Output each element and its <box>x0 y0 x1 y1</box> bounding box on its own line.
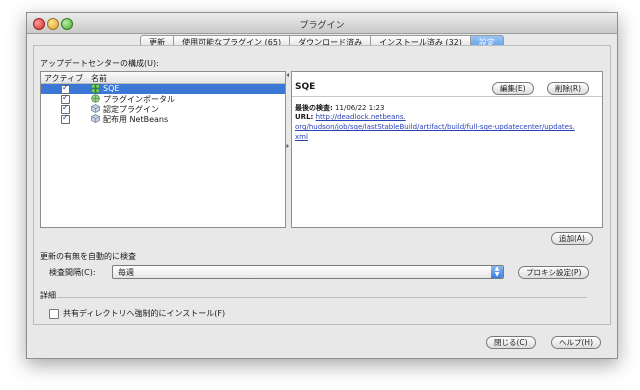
url-line: URL: http://deadlock.netbeans. <box>295 113 406 121</box>
url-link-end[interactable]: xml <box>295 133 308 141</box>
details-divider <box>57 297 587 298</box>
edit-button[interactable]: 編集(E) <box>492 82 534 95</box>
help-button[interactable]: ヘルプ(H) <box>551 336 601 349</box>
plugins-window: プラグイン 更新 使用可能なプラグイン (65) ダウンロード済み インストール済み … <box>26 12 618 359</box>
last-check-label: 最後の検査: <box>295 104 333 112</box>
auto-check-label: 更新の有無を自動的に検査 <box>40 252 136 261</box>
detail-title: SQE <box>295 82 316 92</box>
last-check-line: 最後の検査: 11/06/22 1:23 <box>295 103 384 113</box>
url-link[interactable]: http://deadlock.netbeans. <box>316 113 406 121</box>
shared-install-label[interactable]: 共有ディレクトリへ強制的にインストール(F) <box>63 308 225 319</box>
interval-select-value: 毎週 <box>118 268 134 277</box>
proxy-settings-button[interactable]: プロキシ設定(P) <box>518 266 590 279</box>
url-link-continued[interactable]: org/hudson/job/sqe/lastStableBuild/artif… <box>295 123 575 131</box>
list-item[interactable]: SQE <box>41 83 285 94</box>
last-check-value: 11/06/22 1:23 <box>335 104 385 112</box>
cube-icon <box>91 104 100 113</box>
interval-select[interactable]: 毎週 ▲ ▼ <box>112 265 504 279</box>
update-center-icon <box>91 84 100 93</box>
add-button[interactable]: 追加(A) <box>551 232 593 245</box>
active-checkbox[interactable] <box>61 113 70 124</box>
list-item-label: 配布用 NetBeans <box>103 115 169 124</box>
list-item[interactable]: プラグインポータル <box>41 93 285 104</box>
url-label: URL: <box>295 113 314 121</box>
list-item-label: SQE <box>103 84 120 93</box>
update-centers-label: アップデートセンターの構成(U): <box>40 59 159 68</box>
title-bar[interactable]: プラグイン <box>27 13 617 34</box>
list-header: アクティブ 名前 <box>41 72 285 84</box>
shared-install-checkbox[interactable] <box>49 309 59 319</box>
update-center-list[interactable]: アクティブ 名前 SQE プラグインポータル <box>40 71 286 228</box>
split-pane-divider[interactable] <box>286 71 290 226</box>
cube-icon <box>91 114 100 123</box>
list-item[interactable]: 配布用 NetBeans <box>41 113 285 124</box>
update-center-detail: SQE 編集(E) 削除(R) 最後の検査: 11/06/22 1:23 URL… <box>291 71 603 228</box>
window-title: プラグイン <box>299 21 345 31</box>
column-name[interactable]: 名前 <box>91 73 107 84</box>
globe-icon <box>91 94 100 103</box>
select-arrows-icon: ▲ ▼ <box>491 266 503 278</box>
delete-button[interactable]: 削除(R) <box>547 82 590 95</box>
splitter-arrows-icon <box>286 73 289 148</box>
interval-label: 検査間隔(C): <box>49 268 96 277</box>
close-button[interactable]: 閉じる(C) <box>486 336 536 349</box>
details-label: 詳細 <box>40 291 56 300</box>
list-item[interactable]: 認定プラグイン <box>41 103 285 114</box>
detail-divider <box>292 96 602 97</box>
